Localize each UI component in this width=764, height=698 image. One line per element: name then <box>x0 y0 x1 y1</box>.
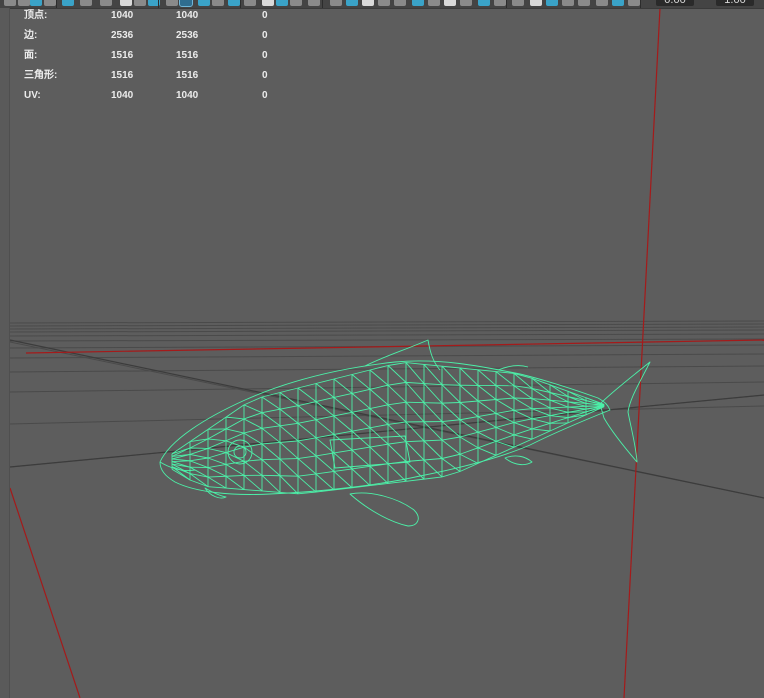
viewport-left-edge <box>0 8 10 698</box>
grid-icon[interactable] <box>120 0 132 6</box>
toolbar-separator <box>240 0 241 8</box>
xray-joints-icon[interactable] <box>290 0 302 6</box>
hud-value: 1516 <box>111 50 134 61</box>
viewport-panel[interactable]: 0.00 1.00 顶点: 1040 1040 0 边: 2536 2536 0 … <box>0 0 764 698</box>
hud-value: 1516 <box>176 70 199 81</box>
pectoral-fin <box>349 492 419 527</box>
mesh-triangles <box>171 362 605 495</box>
hud-label: UV: <box>24 90 41 101</box>
hud-label: 顶点: <box>24 10 48 21</box>
hud-label: 三角形: <box>24 70 58 81</box>
toolbar-tool-icon[interactable] <box>512 0 524 6</box>
toolbar-tool-icon[interactable] <box>578 0 590 6</box>
hud-row-vertices: 顶点: 1040 1040 0 <box>24 8 284 28</box>
hud-value: 1516 <box>111 70 134 81</box>
grid-major-lines <box>9 339 764 499</box>
exposure-field[interactable]: 0.00 <box>656 0 694 6</box>
poly-count-hud: 顶点: 1040 1040 0 边: 2536 2536 0 面: 1516 1… <box>24 8 284 108</box>
hud-value: 1516 <box>176 50 199 61</box>
toolbar-separator <box>158 0 159 8</box>
toolbar-separator <box>56 0 57 8</box>
toolbar-tool-icon[interactable] <box>612 0 624 6</box>
hud-value: 0 <box>262 10 268 21</box>
camera-icon[interactable] <box>100 0 112 6</box>
hud-row-triangles: 三角形: 1516 1516 0 <box>24 68 284 88</box>
rotate-tool-icon[interactable] <box>62 0 74 6</box>
ambient-occlusion-icon[interactable] <box>244 0 256 6</box>
lights-icon[interactable] <box>212 0 224 6</box>
hud-value: 1040 <box>176 10 199 21</box>
toolbar-tool-icon[interactable] <box>444 0 456 6</box>
toolbar-tool-icon[interactable] <box>362 0 374 6</box>
toolbar-tool-icon[interactable] <box>478 0 490 6</box>
toolbar-tool-icon[interactable] <box>546 0 558 6</box>
paint-select-icon[interactable] <box>30 0 42 6</box>
hud-value: 1040 <box>111 90 134 101</box>
toolbar-tool-icon[interactable] <box>562 0 574 6</box>
hud-label: 面: <box>24 50 38 61</box>
toolbar-tool-icon[interactable] <box>378 0 390 6</box>
hud-value: 2536 <box>176 30 199 41</box>
wireframe-shading-icon[interactable] <box>166 0 178 6</box>
hud-row-faces: 面: 1516 1516 0 <box>24 48 284 68</box>
toolbar-tool-icon[interactable] <box>460 0 472 6</box>
hud-row-edges: 边: 2536 2536 0 <box>24 28 284 48</box>
dorsal-fin <box>364 339 441 371</box>
ground-grid <box>9 320 764 499</box>
hud-label: 边: <box>24 30 38 41</box>
smooth-shading-icon[interactable] <box>179 0 193 7</box>
film-gate-icon[interactable] <box>134 0 146 6</box>
scale-tool-icon[interactable] <box>80 0 92 6</box>
eye <box>227 439 253 465</box>
toolbar-tool-icon[interactable] <box>530 0 542 6</box>
hud-value: 0 <box>262 50 268 61</box>
toolbar-tool-icon[interactable] <box>330 0 342 6</box>
gamma-field[interactable]: 1.00 <box>716 0 754 6</box>
world-axis <box>9 7 764 698</box>
hud-value: 0 <box>262 30 268 41</box>
toolbar-tool-icon[interactable] <box>428 0 440 6</box>
select-tool-icon[interactable] <box>4 0 16 6</box>
hud-value: 1040 <box>176 90 199 101</box>
toolbar-tool-icon[interactable] <box>346 0 358 6</box>
toolbar-separator <box>640 0 641 8</box>
toolbar-tool-icon[interactable] <box>394 0 406 6</box>
toolbar-separator <box>322 0 323 8</box>
hud-row-uvs: UV: 1040 1040 0 <box>24 88 284 108</box>
toolbar-tool-icon[interactable] <box>596 0 608 6</box>
toolbar-separator <box>506 0 507 8</box>
xray-icon[interactable] <box>276 0 288 6</box>
xray-components-icon[interactable] <box>308 0 320 6</box>
hud-value: 1040 <box>111 10 134 21</box>
isolate-select-icon[interactable] <box>262 0 274 6</box>
toolbar-tool-icon[interactable] <box>412 0 424 6</box>
toolbar-tool-icon[interactable] <box>628 0 640 6</box>
shadows-icon[interactable] <box>228 0 240 6</box>
tail-fin <box>599 361 651 463</box>
ventral-fin <box>504 455 533 466</box>
hud-value: 2536 <box>111 30 134 41</box>
hud-value: 0 <box>262 90 268 101</box>
toolbar-tool-icon[interactable] <box>494 0 506 6</box>
textured-shading-icon[interactable] <box>198 0 210 6</box>
hud-value: 0 <box>262 70 268 81</box>
lasso-tool-icon[interactable] <box>18 0 30 6</box>
pelvic-fin <box>204 487 227 499</box>
move-tool-icon[interactable] <box>44 0 56 6</box>
